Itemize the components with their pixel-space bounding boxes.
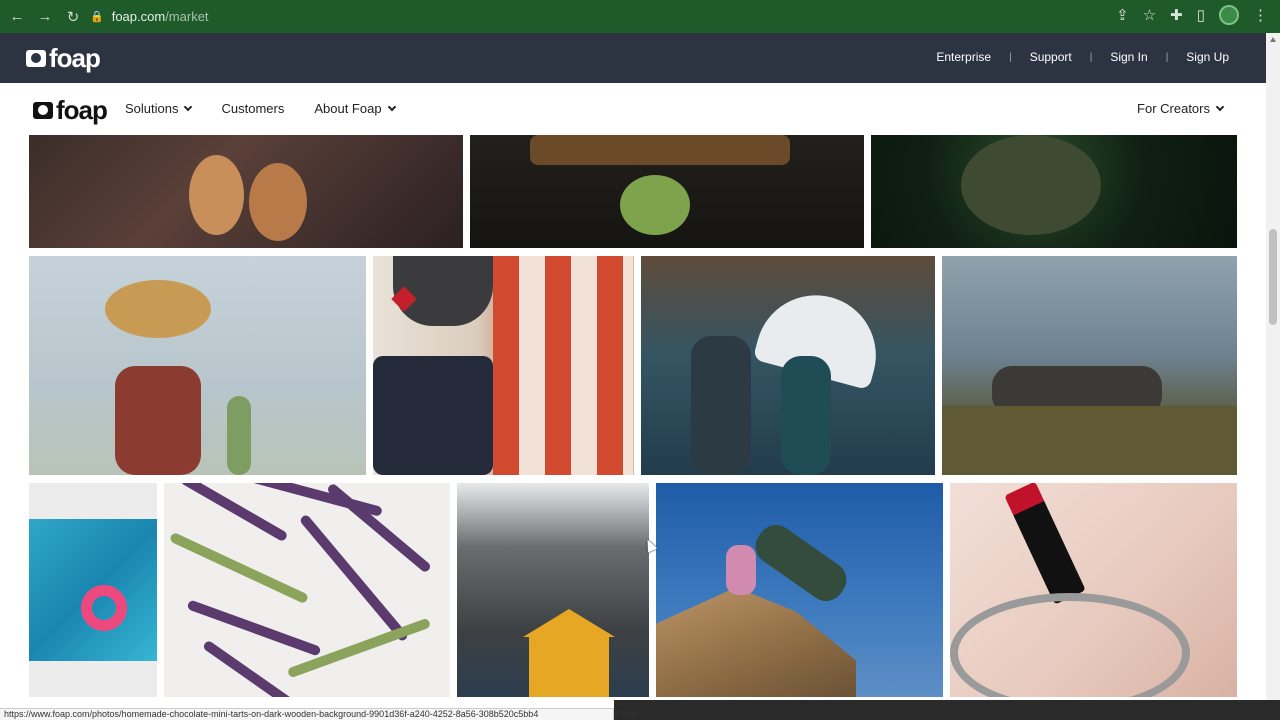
foap-logo[interactable]: foap	[26, 43, 101, 74]
main-nav: foap Solutions Customers About Foap For …	[0, 83, 1266, 135]
status-tail-text: f Use.	[616, 709, 640, 719]
photo-detail	[691, 336, 751, 475]
page-scrollbar[interactable]	[1266, 33, 1280, 700]
photo-detail	[373, 356, 493, 475]
photo-tile[interactable]	[373, 256, 634, 475]
photo-detail	[950, 593, 1190, 697]
photo-detail	[781, 356, 831, 475]
photo-tile[interactable]	[457, 483, 649, 697]
forward-icon[interactable]: →	[34, 6, 56, 28]
site-topbar: foap Enterprise | Support | Sign In | Si…	[0, 33, 1266, 83]
photo-detail	[961, 135, 1101, 235]
photo-detail	[1004, 483, 1086, 605]
photo-detail	[620, 175, 690, 235]
photo-tile[interactable]	[656, 483, 943, 697]
photo-tile[interactable]	[942, 256, 1237, 475]
separator: |	[1165, 51, 1169, 63]
photo-tile[interactable]	[29, 135, 463, 248]
photo-detail	[726, 545, 756, 595]
nav-label: For Creators	[1137, 101, 1210, 116]
photo-detail	[189, 155, 244, 235]
nav-label: About Foap	[314, 101, 382, 116]
nav-solutions[interactable]: Solutions	[125, 101, 193, 116]
nav-label: Customers	[221, 101, 285, 116]
photo-tile[interactable]	[29, 483, 157, 697]
back-icon[interactable]: ←	[6, 6, 28, 28]
photo-detail	[81, 585, 127, 631]
status-bar: https://www.foap.com/photos/homemade-cho…	[0, 708, 614, 720]
chevron-down-icon	[1215, 102, 1225, 111]
sign-in-link[interactable]: Sign In	[1110, 50, 1147, 64]
camera-icon	[26, 50, 46, 67]
url-text: foap.com/market	[111, 8, 209, 24]
reload-icon[interactable]: ↻	[62, 6, 84, 28]
photo-detail	[249, 163, 307, 241]
photo-detail	[748, 517, 854, 609]
logo-text: foap	[56, 95, 108, 125]
nav-for-creators[interactable]: For Creators	[1137, 101, 1225, 116]
nav-customers[interactable]: Customers	[221, 101, 284, 116]
photo-detail	[529, 633, 609, 697]
photo-tile[interactable]	[470, 135, 864, 248]
menu-icon[interactable]: ⋮	[1253, 6, 1268, 24]
photo-detail	[115, 366, 201, 475]
browser-actions: ⇪ ☆ ✚ ▯ ⋮	[1116, 5, 1268, 25]
photo-tile[interactable]	[164, 483, 450, 697]
photo-detail	[530, 135, 790, 165]
profile-avatar[interactable]	[1219, 5, 1239, 25]
chevron-down-icon	[387, 102, 396, 111]
logo-text: foap	[49, 43, 101, 73]
nav-about[interactable]: About Foap	[314, 101, 396, 116]
photo-tile[interactable]	[29, 256, 366, 475]
photo-tile[interactable]	[871, 135, 1237, 248]
camera-icon	[33, 102, 53, 119]
address-bar[interactable]: 🔒 foap.com/market	[90, 4, 1170, 28]
scrollbar-thumb[interactable]	[1269, 229, 1277, 325]
support-link[interactable]: Support	[1030, 50, 1072, 64]
photo-detail	[168, 531, 310, 605]
foap-logo-dark[interactable]: foap	[33, 95, 108, 126]
enterprise-link[interactable]: Enterprise	[936, 50, 991, 64]
sign-up-link[interactable]: Sign Up	[1186, 50, 1229, 64]
separator: |	[1089, 51, 1093, 63]
star-icon[interactable]: ☆	[1143, 6, 1156, 24]
chevron-down-icon	[184, 102, 193, 111]
extensions-icon[interactable]: ✚	[1170, 6, 1183, 24]
photo-detail	[942, 406, 1237, 475]
nav-menu: Solutions Customers About Foap	[125, 101, 396, 116]
browser-toolbar: ← → ↻ 🔒 foap.com/market ⇪ ☆ ✚ ▯ ⋮	[0, 0, 1280, 33]
photo-tile[interactable]	[641, 256, 935, 475]
photo-tile[interactable]	[950, 483, 1237, 697]
browser-nav: ← → ↻	[6, 6, 84, 28]
separator: |	[1009, 51, 1012, 63]
photo-detail	[105, 280, 211, 338]
nav-label: Solutions	[125, 101, 179, 116]
lock-icon: 🔒	[90, 10, 104, 23]
photo-detail	[493, 256, 633, 475]
photo-detail	[227, 396, 251, 475]
topbar-links: Enterprise | Support | Sign In | Sign Up	[936, 50, 1229, 64]
share-icon[interactable]: ⇪	[1116, 6, 1129, 24]
sidepanel-icon[interactable]: ▯	[1197, 6, 1205, 24]
bottom-strip	[614, 700, 1280, 720]
photo-detail	[179, 483, 289, 543]
scroll-up-icon[interactable]	[1270, 37, 1276, 42]
